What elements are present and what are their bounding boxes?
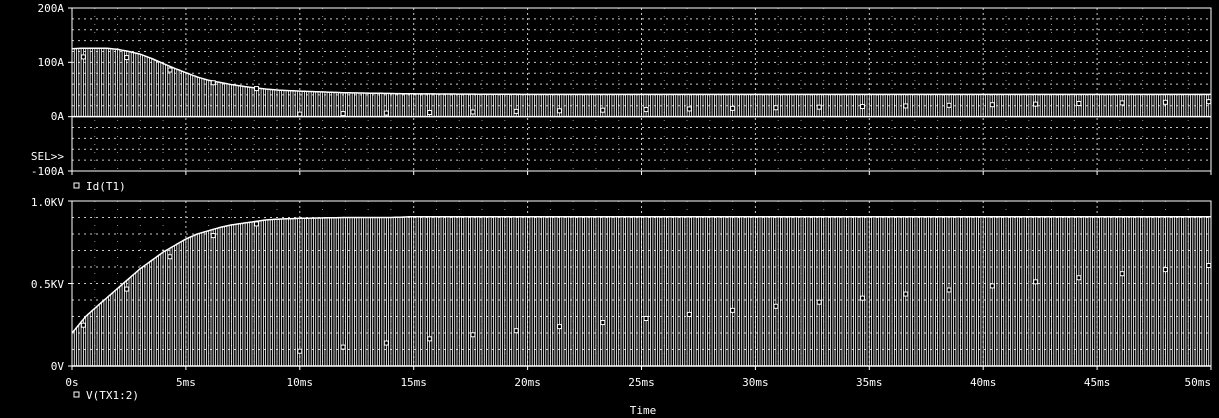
- trace-marker: [730, 105, 736, 111]
- trace-marker: [859, 295, 865, 301]
- trace-marker: [1076, 101, 1082, 107]
- bottom-y-tick-label: 0.5KV: [31, 278, 64, 291]
- trace-marker: [513, 328, 519, 334]
- trace-marker: [470, 109, 476, 115]
- trace-marker: [427, 336, 433, 342]
- trace-marker: [124, 286, 130, 292]
- trace-marker: [427, 110, 433, 116]
- trace-marker: [383, 110, 389, 116]
- x-tick-label: 25ms: [628, 376, 655, 389]
- top-plot-current: 200A 100A 0A -100A SEL>> Id(T1): [31, 2, 1212, 193]
- voltage-signal-v-tx1-2: [71, 215, 1212, 367]
- trace-marker: [946, 102, 952, 108]
- x-axis-tick-labels: 0s 5ms 10ms 15ms 20ms 25ms 30ms 35ms 40ms 45ms 50m…: [65, 171, 1212, 389]
- trace-marker: [1033, 101, 1039, 107]
- waveform-spikes: [71, 216, 1212, 366]
- trace-marker: [1162, 99, 1168, 105]
- top-legend[interactable]: Id(T1): [73, 180, 126, 193]
- trace-marker: [297, 348, 303, 354]
- trace-marker: [686, 106, 692, 112]
- x-tick-label: 15ms: [400, 376, 427, 389]
- x-tick-label: 40ms: [970, 376, 997, 389]
- trace-marker: [600, 107, 606, 113]
- trace-marker: [816, 104, 822, 110]
- x-axis-title: Time: [630, 404, 657, 417]
- bottom-plot-y-ticks: 1.0KV 0.5KV 0V: [31, 196, 64, 373]
- trace-marker: [946, 287, 952, 293]
- x-tick-label: 30ms: [742, 376, 769, 389]
- trace-marker: [210, 80, 216, 86]
- trace-marker: [254, 221, 260, 227]
- trace-marker: [903, 103, 909, 109]
- trace-marker: [600, 320, 606, 326]
- trace-marker: [643, 315, 649, 321]
- trace-marker: [340, 111, 346, 117]
- trace-marker: [989, 283, 995, 289]
- trace-marker: [1206, 99, 1212, 105]
- trace-marker: [773, 105, 779, 111]
- x-tick-label: 20ms: [514, 376, 541, 389]
- trace-marker: [859, 104, 865, 110]
- legend-marker-square-icon: [73, 391, 80, 398]
- x-tick-label: 0s: [65, 376, 78, 389]
- legend-label-id-t1: Id(T1): [86, 180, 126, 193]
- trace-marker: [643, 107, 649, 113]
- trace-marker: [167, 254, 173, 260]
- bottom-plot-voltage: 1.0KV 0.5KV 0V V(TX1:2): [31, 196, 1212, 402]
- legend-marker-square-icon: [73, 182, 80, 189]
- bottom-y-tick-label: 0V: [51, 360, 65, 373]
- trace-marker: [124, 55, 130, 61]
- x-tick-label: 5ms: [176, 376, 196, 389]
- trace-marker: [1119, 100, 1125, 106]
- x-tick-label: 45ms: [1084, 376, 1111, 389]
- trace-marker: [383, 340, 389, 346]
- x-tick-label: 50ms: [1185, 376, 1212, 389]
- trace-marker: [254, 86, 260, 92]
- trace-marker: [210, 233, 216, 239]
- top-y-tick-label: 200A: [38, 2, 65, 15]
- trace-marker: [1206, 263, 1212, 269]
- trace-marker: [556, 108, 562, 114]
- top-plot-grid: [68, 7, 1211, 172]
- trace-marker: [167, 67, 173, 73]
- trace-marker: [513, 108, 519, 114]
- top-y-tick-label: -100A: [31, 165, 64, 178]
- x-tick-label: 35ms: [856, 376, 883, 389]
- top-y-tick-label: 100A: [38, 56, 65, 69]
- trace-marker: [903, 291, 909, 297]
- trace-marker: [1076, 275, 1082, 281]
- trace-marker: [1033, 279, 1039, 285]
- oscilloscope-plot-window: 200A 100A 0A -100A SEL>> Id(T1) 1.0KV 0.…: [0, 0, 1219, 418]
- legend-label-v-tx1-2: V(TX1:2): [86, 389, 139, 402]
- top-y-tick-label: 0A: [51, 110, 65, 123]
- x-tick-label: 10ms: [287, 376, 314, 389]
- selected-plot-indicator[interactable]: SEL>>: [31, 150, 64, 163]
- trace-marker: [686, 311, 692, 317]
- trace-marker: [1119, 271, 1125, 277]
- trace-marker: [470, 332, 476, 338]
- trace-marker: [773, 303, 779, 309]
- trace-marker: [1162, 267, 1168, 273]
- trace-marker: [816, 299, 822, 305]
- trace-marker: [80, 322, 86, 328]
- trace-marker: [556, 324, 562, 330]
- trace-marker: [989, 102, 995, 108]
- trace-marker: [80, 54, 86, 60]
- bottom-y-tick-label: 1.0KV: [31, 196, 64, 209]
- trace-marker: [340, 344, 346, 350]
- trace-marker: [297, 111, 303, 117]
- trace-marker: [730, 307, 736, 313]
- bottom-legend[interactable]: V(TX1:2): [73, 389, 139, 402]
